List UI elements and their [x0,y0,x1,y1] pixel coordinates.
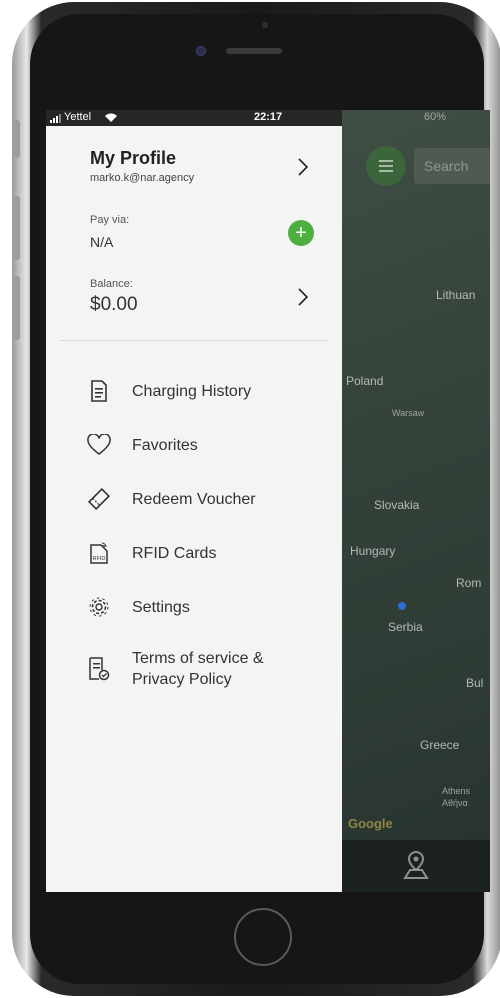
menu-item-label: Redeem Voucher [132,490,256,508]
volume-up-button [14,196,20,260]
map-label-serbia: Serbia [388,620,423,634]
location-dot [398,602,406,610]
battery-percentage: 60% [424,111,447,123]
status-bar: Yettel 22:17 [46,110,342,126]
earpiece-speaker [226,48,282,54]
voucher-icon [86,486,112,512]
document-icon [86,378,112,404]
map-label-athens-greek: Αθήνα [442,798,468,808]
pay-via-value: N/A [90,234,114,250]
front-camera [196,46,206,56]
balance-chevron-right-icon[interactable] [296,288,310,306]
menu-item-label: Charging History [132,382,252,400]
home-button[interactable] [234,908,292,966]
menu-item-label: Favorites [132,436,198,454]
map-pin-icon[interactable] [402,850,430,880]
signal-icon [50,114,61,123]
divider [60,340,328,341]
hamburger-menu-button[interactable] [366,146,406,186]
mute-switch [14,120,20,158]
app-screen: Search Lithuan Poland Warsaw Slovakia Hu… [46,110,490,892]
map-search-input[interactable]: Search [414,148,490,184]
map-label-warsaw: Warsaw [392,408,425,418]
map-label-hungary: Hungary [350,544,396,558]
map-label-lithuania: Lithuan [436,288,476,302]
rfid-card-icon: RFID [86,540,112,566]
side-drawer: Yettel 22:17 My Profile marko.k@nar.agen… [46,110,342,892]
profile-title[interactable]: My Profile [90,148,176,169]
terms-label-line1: Terms of service & [132,650,264,667]
wifi-icon [105,113,117,122]
add-payment-button[interactable]: + [288,220,314,246]
balance-label: Balance: [90,278,133,290]
status-time: 22:17 [254,111,283,123]
map-label-poland: Poland [346,374,384,388]
menu-item-redeem-voucher[interactable]: Redeem Voucher [86,486,256,512]
terms-icon [86,656,112,682]
pay-via-label: Pay via: [90,214,130,226]
menu-item-label: Settings [132,598,190,616]
map-view[interactable]: Search Lithuan Poland Warsaw Slovakia Hu… [342,110,490,892]
balance-value: $0.00 [90,294,138,315]
svg-text:RFID: RFID [93,556,106,562]
profile-chevron-right-icon[interactable] [296,158,310,176]
volume-down-button [14,276,20,340]
carrier-name: Yettel [64,111,92,123]
map-label-bulgaria: Bul [466,676,484,690]
menu-item-favorites[interactable]: Favorites [86,432,198,458]
menu-item-label: Terms of service & Privacy Policy [132,648,264,690]
menu-item-terms-privacy[interactable]: Terms of service & Privacy Policy [86,648,264,690]
map-label-romania: Rom [456,576,482,590]
profile-email: marko.k@nar.agency [90,172,195,184]
google-logo: Google [348,816,393,831]
menu-item-charging-history[interactable]: Charging History [86,378,251,404]
map-label-greece: Greece [420,738,460,752]
terms-label-line2: Privacy Policy [132,671,232,688]
menu-item-settings[interactable]: Settings [86,594,190,620]
menu-item-label: RFID Cards [132,544,217,562]
menu-item-rfid-cards[interactable]: RFID RFID Cards [86,540,216,566]
gear-icon [86,594,112,620]
map-label-slovakia: Slovakia [374,498,420,512]
proximity-sensor [262,22,268,28]
map-label-athens: Athens [442,786,471,796]
heart-icon [86,432,112,458]
